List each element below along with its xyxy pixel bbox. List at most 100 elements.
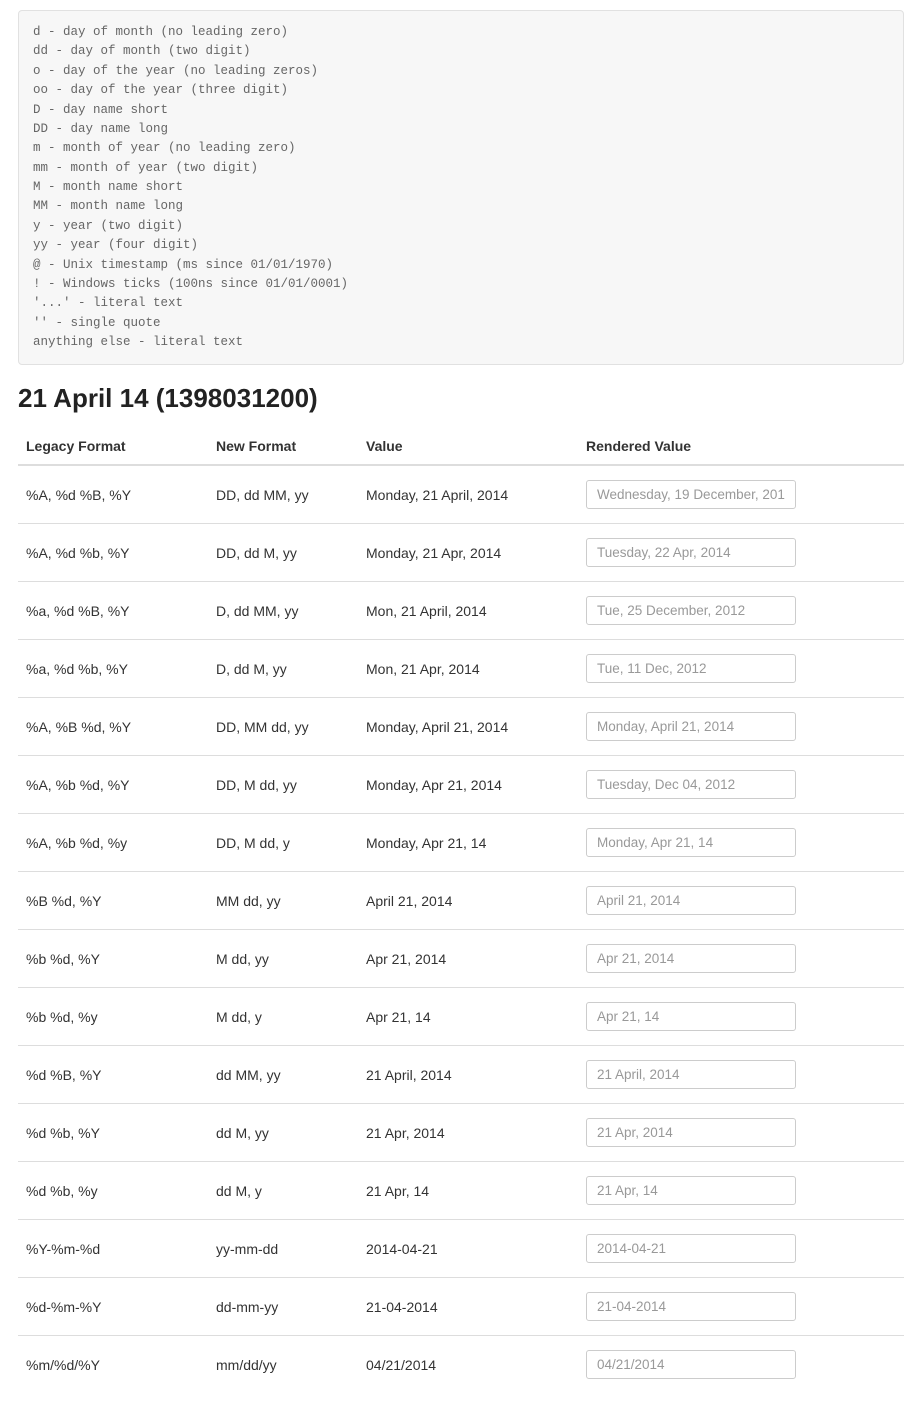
table-row: %d %B, %Ydd MM, yy21 April, 2014 xyxy=(18,1046,904,1104)
cell-value: Monday, April 21, 2014 xyxy=(358,698,578,756)
cell-new-format: DD, dd M, yy xyxy=(208,524,358,582)
table-row: %b %d, %yM dd, yApr 21, 14 xyxy=(18,988,904,1046)
cell-rendered xyxy=(578,582,904,640)
cell-legacy-format: %A, %d %b, %Y xyxy=(18,524,208,582)
cell-rendered xyxy=(578,756,904,814)
format-legend-code: d - day of month (no leading zero) dd - … xyxy=(18,10,904,365)
rendered-value-input[interactable] xyxy=(586,538,796,567)
table-row: %B %d, %YMM dd, yyApril 21, 2014 xyxy=(18,872,904,930)
cell-legacy-format: %b %d, %y xyxy=(18,988,208,1046)
cell-value: 21 Apr, 14 xyxy=(358,1162,578,1220)
rendered-value-input[interactable] xyxy=(586,712,796,741)
cell-new-format: D, dd M, yy xyxy=(208,640,358,698)
table-row: %A, %b %d, %YDD, M dd, yyMonday, Apr 21,… xyxy=(18,756,904,814)
cell-value: Mon, 21 April, 2014 xyxy=(358,582,578,640)
cell-legacy-format: %m/%d/%Y xyxy=(18,1336,208,1394)
cell-rendered xyxy=(578,872,904,930)
cell-new-format: M dd, y xyxy=(208,988,358,1046)
cell-legacy-format: %A, %B %d, %Y xyxy=(18,698,208,756)
cell-value: Monday, 21 Apr, 2014 xyxy=(358,524,578,582)
cell-value: April 21, 2014 xyxy=(358,872,578,930)
table-row: %d-%m-%Ydd-mm-yy21-04-2014 xyxy=(18,1278,904,1336)
table-row: %A, %d %b, %YDD, dd M, yyMonday, 21 Apr,… xyxy=(18,524,904,582)
cell-new-format: yy-mm-dd xyxy=(208,1220,358,1278)
rendered-value-input[interactable] xyxy=(586,1292,796,1321)
cell-rendered xyxy=(578,698,904,756)
rendered-value-input[interactable] xyxy=(586,596,796,625)
cell-rendered xyxy=(578,1336,904,1394)
cell-value: 2014-04-21 xyxy=(358,1220,578,1278)
cell-rendered xyxy=(578,988,904,1046)
cell-new-format: DD, dd MM, yy xyxy=(208,465,358,524)
cell-legacy-format: %a, %d %B, %Y xyxy=(18,582,208,640)
cell-new-format: dd-mm-yy xyxy=(208,1278,358,1336)
cell-new-format: dd M, y xyxy=(208,1162,358,1220)
cell-legacy-format: %d %B, %Y xyxy=(18,1046,208,1104)
rendered-value-input[interactable] xyxy=(586,480,796,509)
cell-legacy-format: %d %b, %y xyxy=(18,1162,208,1220)
cell-value: 21 April, 2014 xyxy=(358,1046,578,1104)
table-row: %a, %d %B, %YD, dd MM, yyMon, 21 April, … xyxy=(18,582,904,640)
table-row: %d %b, %ydd M, y21 Apr, 14 xyxy=(18,1162,904,1220)
rendered-value-input[interactable] xyxy=(586,654,796,683)
cell-new-format: dd MM, yy xyxy=(208,1046,358,1104)
cell-legacy-format: %d %b, %Y xyxy=(18,1104,208,1162)
page-title: 21 April 14 (1398031200) xyxy=(18,383,904,414)
cell-value: 04/21/2014 xyxy=(358,1336,578,1394)
cell-legacy-format: %B %d, %Y xyxy=(18,872,208,930)
rendered-value-input[interactable] xyxy=(586,1002,796,1031)
cell-rendered xyxy=(578,814,904,872)
cell-new-format: mm/dd/yy xyxy=(208,1336,358,1394)
cell-new-format: DD, M dd, yy xyxy=(208,756,358,814)
cell-legacy-format: %b %d, %Y xyxy=(18,930,208,988)
rendered-value-input[interactable] xyxy=(586,886,796,915)
cell-value: 21 Apr, 2014 xyxy=(358,1104,578,1162)
cell-rendered xyxy=(578,465,904,524)
cell-value: 21-04-2014 xyxy=(358,1278,578,1336)
cell-rendered xyxy=(578,1162,904,1220)
cell-new-format: MM dd, yy xyxy=(208,872,358,930)
format-table: Legacy Format New Format Value Rendered … xyxy=(18,430,904,1393)
cell-new-format: DD, M dd, y xyxy=(208,814,358,872)
cell-new-format: DD, MM dd, yy xyxy=(208,698,358,756)
cell-legacy-format: %a, %d %b, %Y xyxy=(18,640,208,698)
cell-rendered xyxy=(578,640,904,698)
table-row: %d %b, %Ydd M, yy21 Apr, 2014 xyxy=(18,1104,904,1162)
cell-value: Monday, Apr 21, 2014 xyxy=(358,756,578,814)
rendered-value-input[interactable] xyxy=(586,1350,796,1379)
cell-new-format: M dd, yy xyxy=(208,930,358,988)
cell-rendered xyxy=(578,1278,904,1336)
cell-rendered xyxy=(578,1220,904,1278)
cell-rendered xyxy=(578,1046,904,1104)
cell-legacy-format: %Y-%m-%d xyxy=(18,1220,208,1278)
table-row: %A, %d %B, %YDD, dd MM, yyMonday, 21 Apr… xyxy=(18,465,904,524)
cell-rendered xyxy=(578,930,904,988)
table-row: %b %d, %YM dd, yyApr 21, 2014 xyxy=(18,930,904,988)
rendered-value-input[interactable] xyxy=(586,1060,796,1089)
cell-legacy-format: %A, %d %B, %Y xyxy=(18,465,208,524)
rendered-value-input[interactable] xyxy=(586,770,796,799)
rendered-value-input[interactable] xyxy=(586,1176,796,1205)
cell-rendered xyxy=(578,524,904,582)
cell-legacy-format: %d-%m-%Y xyxy=(18,1278,208,1336)
rendered-value-input[interactable] xyxy=(586,944,796,973)
table-row: %A, %B %d, %YDD, MM dd, yyMonday, April … xyxy=(18,698,904,756)
cell-legacy-format: %A, %b %d, %Y xyxy=(18,756,208,814)
th-legacy-format: Legacy Format xyxy=(18,430,208,465)
rendered-value-input[interactable] xyxy=(586,1118,796,1147)
table-row: %a, %d %b, %YD, dd M, yyMon, 21 Apr, 201… xyxy=(18,640,904,698)
rendered-value-input[interactable] xyxy=(586,1234,796,1263)
table-row: %A, %b %d, %yDD, M dd, yMonday, Apr 21, … xyxy=(18,814,904,872)
cell-value: Mon, 21 Apr, 2014 xyxy=(358,640,578,698)
cell-rendered xyxy=(578,1104,904,1162)
rendered-value-input[interactable] xyxy=(586,828,796,857)
cell-value: Apr 21, 2014 xyxy=(358,930,578,988)
th-value: Value xyxy=(358,430,578,465)
cell-value: Monday, Apr 21, 14 xyxy=(358,814,578,872)
cell-new-format: D, dd MM, yy xyxy=(208,582,358,640)
cell-legacy-format: %A, %b %d, %y xyxy=(18,814,208,872)
cell-value: Monday, 21 April, 2014 xyxy=(358,465,578,524)
table-row: %Y-%m-%dyy-mm-dd2014-04-21 xyxy=(18,1220,904,1278)
table-row: %m/%d/%Ymm/dd/yy04/21/2014 xyxy=(18,1336,904,1394)
format-table-body: %A, %d %B, %YDD, dd MM, yyMonday, 21 Apr… xyxy=(18,465,904,1393)
